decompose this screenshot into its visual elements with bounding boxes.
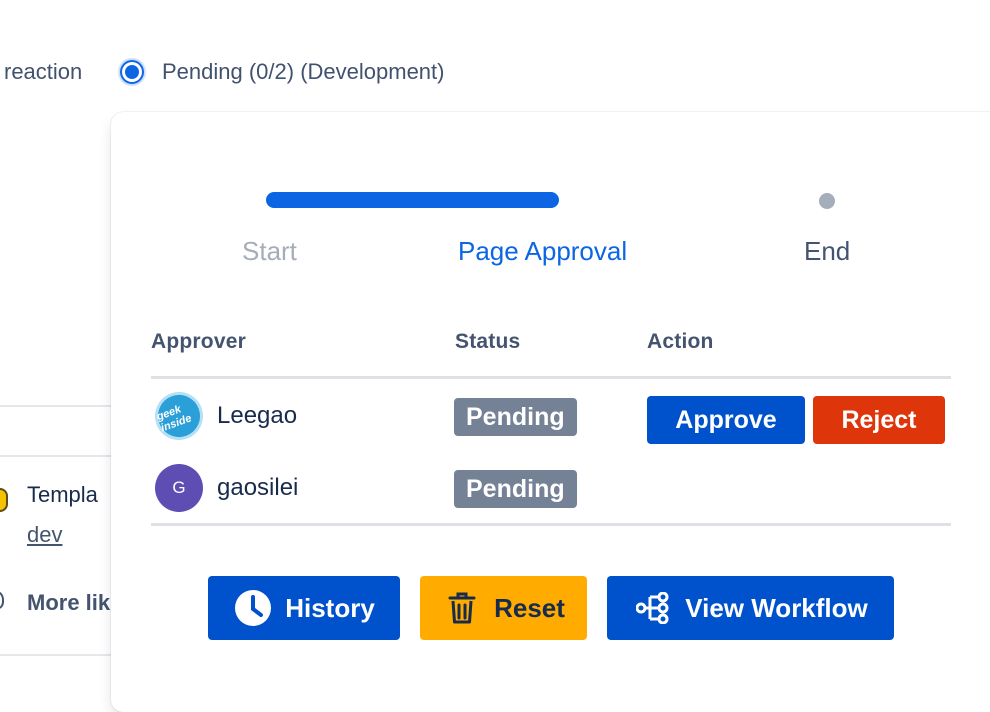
radio-dot (125, 65, 139, 79)
avatar: G (155, 464, 203, 512)
reset-label: Reset (494, 592, 565, 623)
approver-name: gaosilei (217, 474, 299, 501)
table-header-divider (151, 376, 951, 379)
divider (0, 455, 112, 457)
header-approver: Approver (151, 330, 246, 353)
divider (0, 405, 112, 407)
lightbulb-icon (0, 591, 4, 609)
header-status: Status (455, 330, 521, 353)
reject-button[interactable]: Reject (813, 396, 945, 444)
step-end: End (804, 236, 851, 266)
divider (0, 654, 112, 656)
step-page-approval: Page Approval (458, 236, 628, 266)
clock-icon (233, 588, 273, 628)
dev-link[interactable]: dev (27, 522, 62, 548)
template-label: Templa (27, 482, 98, 507)
view-workflow-button[interactable]: View Workflow (607, 576, 894, 640)
status-radio[interactable] (118, 58, 146, 86)
trash-icon (442, 588, 482, 628)
table-row: G gaosilei Pending (151, 456, 951, 522)
reset-button[interactable]: Reset (420, 576, 587, 640)
status-badge: Pending (454, 470, 577, 508)
reaction-label: reaction (4, 59, 83, 84)
history-label: History (285, 592, 375, 623)
progress-bar (266, 192, 559, 208)
workflow-tree-icon (633, 588, 673, 628)
progress-end-dot (819, 193, 835, 209)
history-button[interactable]: History (208, 576, 400, 640)
approve-button[interactable]: Approve (647, 396, 805, 444)
step-start: Start (242, 236, 297, 266)
approval-popup: Start Page Approval End Approver Status … (111, 112, 990, 712)
view-workflow-label: View Workflow (685, 592, 868, 623)
approver-name: Leegao (217, 402, 298, 429)
status-badge: Pending (454, 398, 577, 436)
table-bottom-divider (151, 523, 951, 526)
header-action: Action (647, 330, 714, 353)
more-like-this-label[interactable]: More lik (27, 590, 110, 616)
template-emoji-icon (0, 488, 8, 512)
avatar: geek inside (148, 385, 210, 447)
table-row: geek inside Leegao Pending Approve Rejec… (148, 384, 951, 450)
status-text[interactable]: Pending (0/2) (Development) (162, 59, 444, 85)
